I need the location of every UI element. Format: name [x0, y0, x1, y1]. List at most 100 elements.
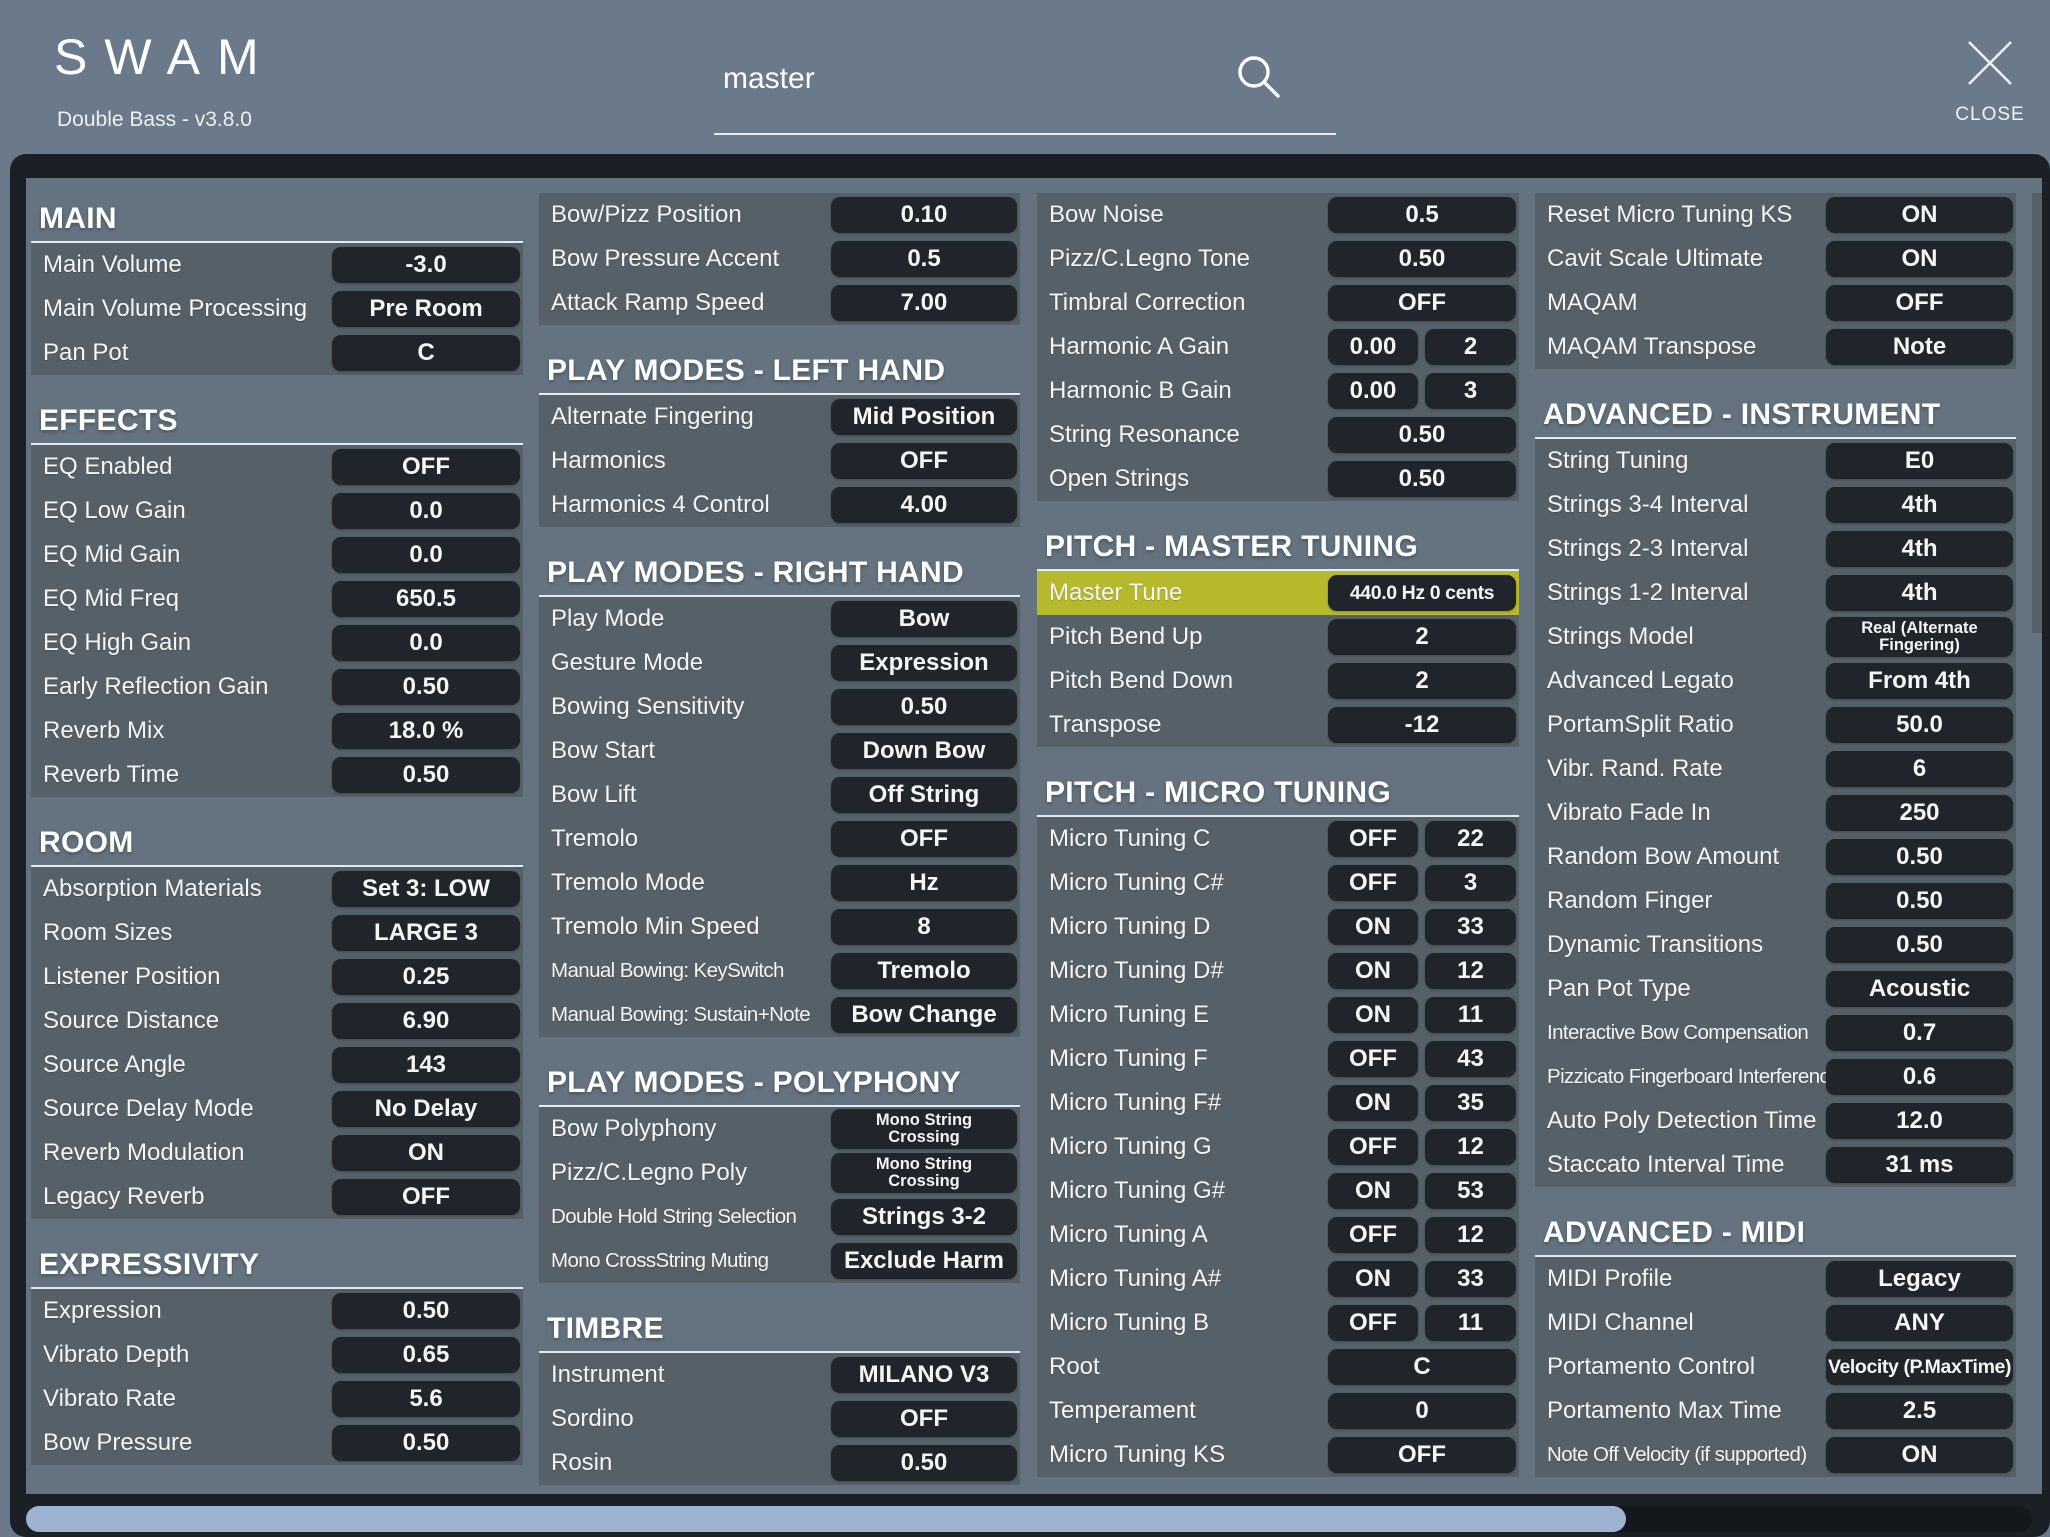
setting-value[interactable]: 8	[831, 909, 1017, 945]
setting-value[interactable]: Strings 3-2	[831, 1199, 1017, 1235]
setting-value[interactable]: OFF	[1328, 865, 1418, 901]
setting-value[interactable]: ON	[1328, 997, 1418, 1033]
setting-value[interactable]: 0.50	[1328, 241, 1516, 277]
setting-value[interactable]: ON	[1826, 241, 2013, 277]
setting-value[interactable]: Tremolo	[831, 953, 1017, 989]
setting-value[interactable]: 0.50	[1826, 927, 2013, 963]
setting-value[interactable]: 0.7	[1826, 1015, 2013, 1051]
setting-value[interactable]: LARGE 3	[332, 915, 520, 951]
setting-value[interactable]: ON	[1328, 1085, 1418, 1121]
setting-value[interactable]: OFF	[1328, 1305, 1418, 1341]
setting-value[interactable]: 0.25	[332, 959, 520, 995]
search-input[interactable]: master	[723, 62, 815, 96]
setting-value[interactable]: No Delay	[332, 1091, 520, 1127]
setting-value-secondary[interactable]: 12	[1425, 1129, 1516, 1165]
setting-value[interactable]: OFF	[1328, 1437, 1516, 1473]
setting-value-secondary[interactable]: 12	[1425, 953, 1516, 989]
setting-value[interactable]: Hz	[831, 865, 1017, 901]
horizontal-scrollbar-thumb[interactable]	[26, 1506, 1626, 1532]
setting-value[interactable]: 650.5	[332, 581, 520, 617]
setting-value[interactable]: C	[1328, 1349, 1516, 1385]
setting-value[interactable]: 0.0	[332, 625, 520, 661]
setting-value[interactable]: OFF	[332, 449, 520, 485]
setting-value[interactable]: -3.0	[332, 247, 520, 283]
setting-value[interactable]: Bow Change	[831, 997, 1017, 1033]
setting-value[interactable]: 0.50	[1826, 839, 2013, 875]
setting-value-secondary[interactable]: 2	[1425, 329, 1516, 365]
setting-value[interactable]: E0	[1826, 443, 2013, 479]
setting-value-secondary[interactable]: 3	[1425, 865, 1516, 901]
setting-value[interactable]: OFF	[831, 443, 1017, 479]
setting-value-secondary[interactable]: 35	[1425, 1085, 1516, 1121]
setting-value[interactable]: Pre Room	[332, 291, 520, 327]
setting-value[interactable]: 2	[1328, 619, 1516, 655]
setting-value[interactable]: 4th	[1826, 575, 2013, 611]
setting-value-secondary[interactable]: 11	[1425, 997, 1516, 1033]
setting-value[interactable]: ON	[1328, 909, 1418, 945]
setting-value[interactable]: Set 3: LOW	[332, 871, 520, 907]
setting-value[interactable]: 6	[1826, 751, 2013, 787]
setting-value[interactable]: 440.0 Hz 0 cents	[1328, 575, 1516, 611]
setting-value[interactable]: Expression	[831, 645, 1017, 681]
setting-value[interactable]: ON	[1328, 953, 1418, 989]
setting-value[interactable]: 4th	[1826, 487, 2013, 523]
setting-value[interactable]: 0.5	[1328, 197, 1516, 233]
setting-value-secondary[interactable]: 53	[1425, 1173, 1516, 1209]
setting-value[interactable]: 50.0	[1826, 707, 2013, 743]
setting-value[interactable]: ON	[1328, 1173, 1418, 1209]
setting-value[interactable]: ON	[1826, 1437, 2013, 1473]
setting-value[interactable]: MILANO V3	[831, 1357, 1017, 1393]
search-icon[interactable]	[1230, 48, 1286, 104]
setting-value[interactable]: 0.50	[332, 669, 520, 705]
setting-value[interactable]: 0.50	[831, 1445, 1017, 1481]
setting-value[interactable]: 0.5	[831, 241, 1017, 277]
setting-value[interactable]: OFF	[1328, 821, 1418, 857]
setting-value[interactable]: 0.00	[1328, 373, 1418, 409]
setting-value[interactable]: OFF	[332, 1179, 520, 1215]
setting-value[interactable]: Note	[1826, 329, 2013, 365]
setting-value[interactable]: ON	[1328, 1261, 1418, 1297]
setting-value[interactable]: ON	[1826, 197, 2013, 233]
setting-value[interactable]: 0.50	[1328, 417, 1516, 453]
setting-value[interactable]: OFF	[831, 1401, 1017, 1437]
setting-value[interactable]: OFF	[831, 821, 1017, 857]
setting-value[interactable]: 12.0	[1826, 1103, 2013, 1139]
setting-value[interactable]: ON	[332, 1135, 520, 1171]
setting-value[interactable]: 2	[1328, 663, 1516, 699]
setting-value[interactable]: ANY	[1826, 1305, 2013, 1341]
setting-value[interactable]: Mono String Crossing	[831, 1109, 1017, 1149]
setting-value[interactable]: 0.0	[332, 537, 520, 573]
setting-value-secondary[interactable]: 11	[1425, 1305, 1516, 1341]
setting-value[interactable]: 0.50	[831, 689, 1017, 725]
setting-value[interactable]: 4.00	[831, 487, 1017, 523]
setting-value[interactable]: 31 ms	[1826, 1147, 2013, 1183]
setting-value-secondary[interactable]: 3	[1425, 373, 1516, 409]
setting-value[interactable]: Velocity (P.MaxTime)	[1826, 1349, 2013, 1385]
setting-value[interactable]: 0.0	[332, 493, 520, 529]
setting-value-secondary[interactable]: 12	[1425, 1217, 1516, 1253]
setting-value[interactable]: OFF	[1328, 1041, 1418, 1077]
setting-value[interactable]: 6.90	[332, 1003, 520, 1039]
setting-value[interactable]: OFF	[1328, 1217, 1418, 1253]
setting-value[interactable]: C	[332, 335, 520, 371]
setting-value[interactable]: OFF	[1328, 285, 1516, 321]
setting-value[interactable]: 0	[1328, 1393, 1516, 1429]
setting-value[interactable]: 5.6	[332, 1381, 520, 1417]
setting-value[interactable]: Off String	[831, 777, 1017, 813]
setting-value[interactable]: 0.50	[332, 1293, 520, 1329]
setting-value[interactable]: Exclude Harm	[831, 1243, 1017, 1279]
setting-value[interactable]: 18.0 %	[332, 713, 520, 749]
setting-value[interactable]: 143	[332, 1047, 520, 1083]
setting-value[interactable]: 0.00	[1328, 329, 1418, 365]
setting-value[interactable]: 0.65	[332, 1337, 520, 1373]
setting-value[interactable]: Legacy	[1826, 1261, 2013, 1297]
setting-value[interactable]: Mid Position	[831, 399, 1017, 435]
setting-value[interactable]: 0.50	[1328, 461, 1516, 497]
setting-value[interactable]: 0.50	[1826, 883, 2013, 919]
setting-value[interactable]: 0.10	[831, 197, 1017, 233]
setting-value[interactable]: 250	[1826, 795, 2013, 831]
setting-value-secondary[interactable]: 43	[1425, 1041, 1516, 1077]
setting-value[interactable]: 0.50	[332, 757, 520, 793]
setting-value[interactable]: 0.6	[1826, 1059, 2013, 1095]
setting-value[interactable]: Real (Alternate Fingering)	[1826, 617, 2013, 657]
